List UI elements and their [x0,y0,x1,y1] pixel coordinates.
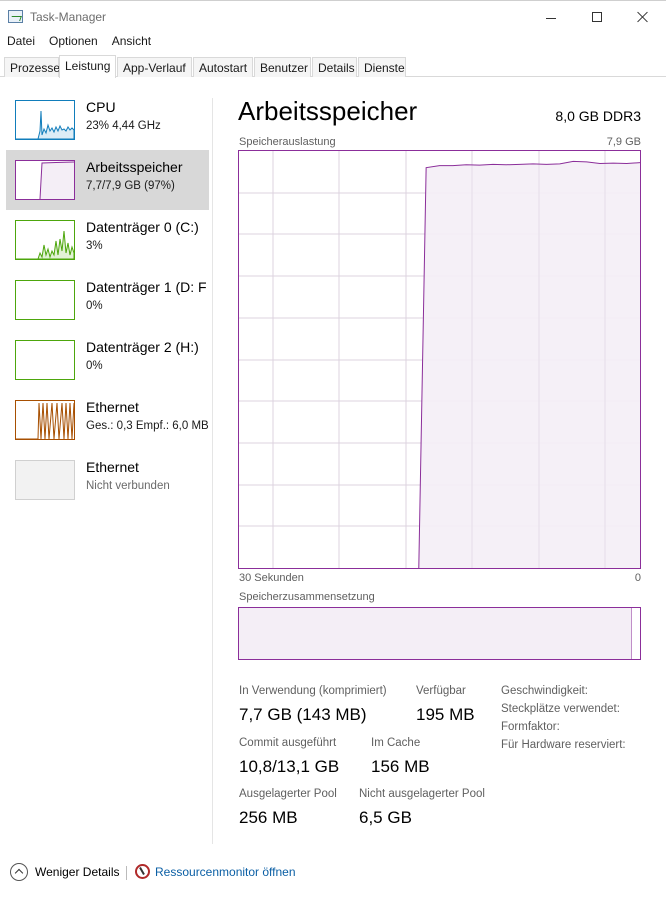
sidebar-item-label: Datenträger 1 (D: F [86,279,207,295]
sidebar-item-value: 0% [86,300,103,312]
time-axis-start: 30 Sekunden [239,572,304,584]
paged-pool-label: Ausgelagerter Pool [239,788,337,800]
fewer-details-button[interactable]: Weniger Details [35,865,119,879]
tab-users[interactable]: Benutzer [254,57,311,77]
sidebar-item-ethernet[interactable]: Ethernet Ges.: 0,3 Empf.: 6,0 MBit [6,390,209,450]
time-axis-end: 0 [634,572,641,584]
maximize-button[interactable] [574,1,620,33]
memory-usage-area [418,161,640,568]
in-use-label: In Verwendung (komprimiert) [239,685,387,697]
memory-thumbnail-graph [15,160,75,200]
menu-file[interactable]: Datei [0,32,42,52]
sidebar-item-disk-0[interactable]: Datenträger 0 (C:) 3% [6,210,209,270]
tab-processes[interactable]: Prozesse [4,57,60,77]
usage-graph-max: 7,9 GB [606,136,641,148]
page-title: Arbeitsspeicher [238,96,418,126]
commit-label: Commit ausgeführt [239,737,337,749]
ethernet-disconnected-thumbnail [15,460,75,500]
resource-sidebar: CPU 23% 4,44 GHz Arbeitsspeicher 7,7/7,9… [0,78,212,845]
menu-options[interactable]: Optionen [42,32,105,52]
sidebar-item-memory[interactable]: Arbeitsspeicher 7,7/7,9 GB (97%) [6,150,209,210]
tab-services[interactable]: Dienste [358,57,406,77]
sidebar-item-value: 3% [86,240,103,252]
memory-spec: 8,0 GB DDR3 [555,108,641,124]
resource-monitor-icon [135,864,150,879]
close-icon [637,11,649,23]
tab-bar: Prozesse Leistung App-Verlauf Autostart … [0,55,666,78]
ethernet-thumbnail-graph [15,400,75,440]
composition-caption: Speicherzusammensetzung [239,591,375,603]
composition-free-segment [632,608,640,659]
sidebar-item-value: 7,7/7,9 GB (97%) [86,180,175,192]
sidebar-item-value: 23% 4,44 GHz [86,120,161,132]
sidebar-item-label: Ethernet [86,399,139,415]
tab-performance[interactable]: Leistung [59,55,116,78]
sidebar-item-label: Ethernet [86,459,139,475]
sidebar-divider [212,98,213,844]
disk-1-thumbnail-graph [15,280,75,320]
task-manager-icon [8,10,23,23]
paged-pool-value: 256 MB [239,808,298,827]
disk-0-thumbnail-graph [15,220,75,260]
sidebar-item-value: Ges.: 0,3 Empf.: 6,0 MBit [86,420,209,432]
menu-bar: Datei Optionen Ansicht [0,32,158,52]
slots-used-label: Steckplätze verwendet: [501,703,620,715]
maximize-icon [592,12,602,22]
form-factor-label: Formfaktor: [501,721,560,733]
speed-label: Geschwindigkeit: [501,685,588,697]
close-button[interactable] [620,1,666,33]
sidebar-item-disk-2[interactable]: Datenträger 2 (H:) 0% [6,330,209,390]
tab-startup[interactable]: Autostart [193,57,253,77]
open-resource-monitor-link[interactable]: Ressourcenmonitor öffnen [155,865,296,879]
chevron-up-icon[interactable] [10,863,28,881]
title-bar: Task-Manager [0,0,666,32]
memory-usage-graph [238,150,641,569]
available-label: Verfügbar [416,685,466,697]
sidebar-item-disk-1[interactable]: Datenträger 1 (D: F 0% [6,270,209,330]
sidebar-item-label: Datenträger 2 (H:) [86,339,199,355]
available-value: 195 MB [416,705,475,724]
sidebar-item-label: Datenträger 0 (C:) [86,219,199,235]
nonpaged-pool-value: 6,5 GB [359,808,412,827]
sidebar-item-cpu[interactable]: CPU 23% 4,44 GHz [6,90,209,150]
sidebar-item-value: 0% [86,360,103,372]
usage-graph-caption: Speicherauslastung [239,136,336,148]
cpu-thumbnail-graph [15,100,75,140]
hardware-reserved-label: Für Hardware reserviert: [501,739,626,751]
memory-usage-svg [239,151,640,568]
minimize-button[interactable] [528,1,574,33]
window-title: Task-Manager [30,10,107,24]
sidebar-item-label: Arbeitsspeicher [86,159,183,175]
memory-composition-bar [238,607,641,660]
minimize-icon [546,17,556,19]
tab-details[interactable]: Details [312,57,357,77]
footer-bar: Weniger Details Ressourcenmonitor öffnen [0,855,666,891]
nonpaged-pool-label: Nicht ausgelagerter Pool [359,788,485,800]
cache-value: 156 MB [371,757,430,776]
sidebar-item-ethernet-disconnected[interactable]: Ethernet Nicht verbunden [6,450,209,510]
sidebar-item-label: CPU [86,99,116,115]
tab-app-history[interactable]: App-Verlauf [117,57,192,77]
commit-value: 10,8/13,1 GB [239,757,340,776]
cache-label: Im Cache [371,737,421,749]
disk-2-thumbnail-graph [15,340,75,380]
footer-separator [126,866,127,880]
menu-view[interactable]: Ansicht [105,32,158,52]
in-use-value: 7,7 GB (143 MB) [239,705,367,724]
sidebar-item-value: Nicht verbunden [86,480,170,492]
